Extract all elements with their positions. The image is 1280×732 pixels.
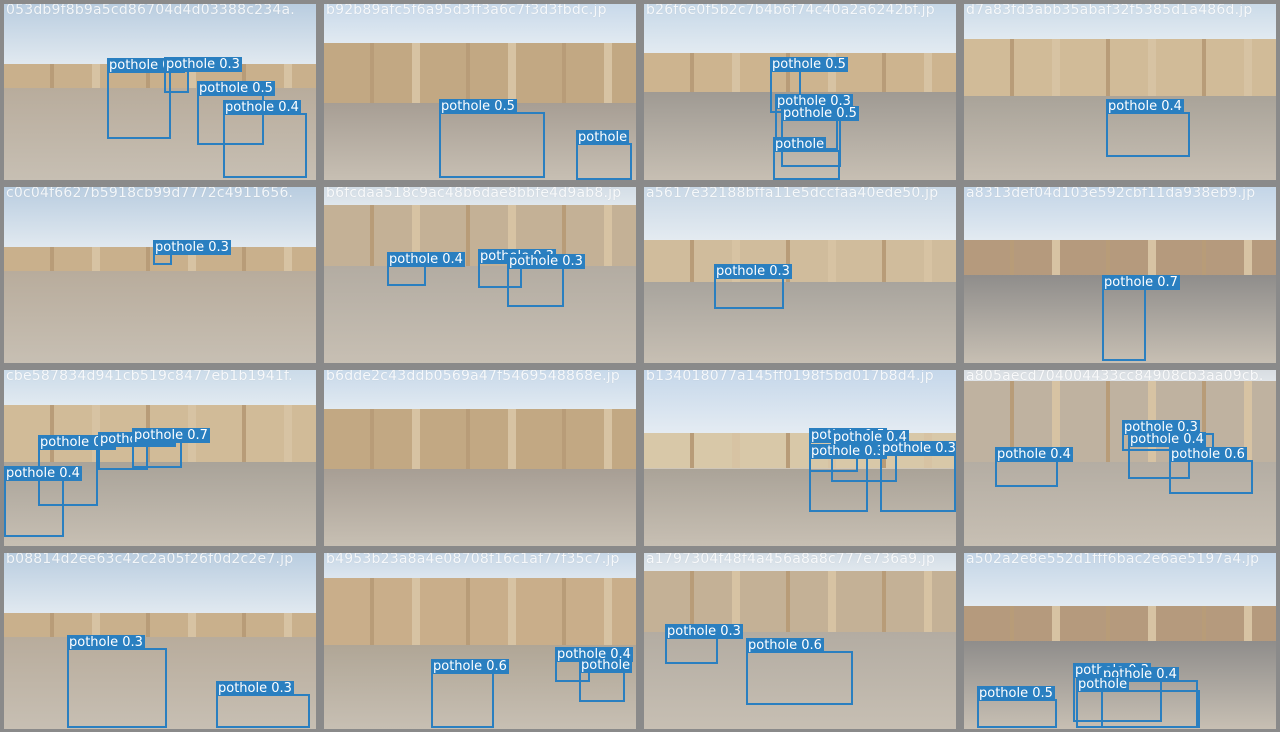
detection-label: pothole 0.5 [439, 99, 517, 114]
detection-label: pothole 0.3 [153, 240, 231, 255]
image-tile: pothole 0.4 d7a83fd3abb35abaf32f5385d1a48… [964, 4, 1276, 180]
detection-label: pothole 0.7 [132, 428, 210, 443]
image-tile: pothole 0.7 pothole 0.3 pothole 0.5 pothole… [4, 4, 316, 180]
pothole-detection-box: pothole [1076, 677, 1200, 728]
image-tile: pothole 0.5pothole 0.3pothole 0.4pothole… [964, 553, 1276, 729]
pothole-detection-box: pothole 0.3 [665, 624, 743, 664]
image-tile: pothole 0.5 pothole b92b89afc5f6a95d3ff3a6… [324, 4, 636, 180]
detection-label: pothole [1076, 677, 1130, 692]
tile-filename: b08814d2ee63c42c2a05f26f0d2c2e7.jp [6, 553, 294, 567]
image-tile: pothole 0.5pothole 0.4pothole 0.3pothole… [644, 370, 956, 546]
tile-filename: a502a2e8e552d1fff6bac2e6ae5197a4.jp [966, 553, 1260, 567]
pothole-detection-box: pothole 0.4 [995, 447, 1073, 487]
detection-label: pothole 0.4 [995, 447, 1073, 462]
image-tile: pothole 0.4pothole 0.3pothole 0.3b6fcdaa… [324, 187, 636, 363]
image-tile: b6dde2c43ddb0569a47f5469548868e.jp [324, 370, 636, 546]
pothole-detection-box: pothole 0.3 [164, 57, 242, 93]
image-tile: pothole 0.3 pothole 0.6 a1797304f48f4a456a… [644, 553, 956, 729]
image-tile: pothole 0.3 pothole 0.3 b08814d2ee63c42c2a… [4, 553, 316, 729]
detection-label: pothole 0.3 [880, 441, 956, 456]
detection-label: pothole 0.3 [216, 681, 294, 696]
road-surface [324, 468, 636, 546]
pothole-detection-box: pothole 0.4 [1106, 99, 1190, 157]
pothole-detection-box: pothole 0.3 [67, 635, 167, 728]
tile-filename: a1797304f48f4a456a8a8c777e736a9.jp [646, 553, 936, 567]
tile-filename: b92b89afc5f6a95d3ff3a6c7f3d3fbdc.jp [326, 4, 607, 18]
pothole-detection-box: pothole 0.3 [507, 254, 585, 307]
pothole-detection-box: pothole 0.5 [977, 686, 1057, 728]
tile-filename: a5617e32188bffa11e5dccfaa40ede50.jp [646, 187, 939, 201]
pothole-detection-box: pothole 0.4 [4, 466, 82, 537]
pothole-detection-box: pothole 0.3 [216, 681, 310, 728]
pothole-detection-box: pothole 0.3 [809, 444, 887, 512]
pothole-detection-box: pothole 0.3 [880, 441, 956, 512]
pothole-detection-box: pothole 0.3 [153, 240, 231, 265]
image-tile: pothole 0.3 a5617e32188bffa11e5dccfaa40ed… [644, 187, 956, 363]
pothole-detection-box: pothole [576, 130, 632, 180]
tile-filename: cbe587834d941cb519c8477eb1b1941f. [6, 370, 293, 384]
detection-mosaic: pothole 0.7 pothole 0.3 pothole 0.5 pothole… [0, 0, 1280, 732]
tile-filename: b4953b23a8a4e08708f16c1af77f35c7.jp [326, 553, 620, 567]
detection-label: pothole 0.3 [665, 624, 743, 639]
detection-label: pothole 0.5 [977, 686, 1055, 701]
detection-label: pothole [576, 130, 630, 145]
detection-label: pothole [773, 137, 827, 152]
detection-label: pothole 0.6 [431, 659, 509, 674]
tile-filename: b6dde2c43ddb0569a47f5469548868e.jp [326, 370, 620, 384]
pothole-detection-box: pothole 0.7 [132, 428, 210, 468]
image-tile: pothole 0.3 pothole 0.4 pothole 0.4 pothole… [964, 370, 1276, 546]
detection-label: pothole 0.5 [197, 81, 275, 96]
image-tile: pothole 0.3 c0c04f6627b5918cb99d7772c4911… [4, 187, 316, 363]
tile-filename: a8313def04d103e592cbf11da938eb9.jp [966, 187, 1256, 201]
tile-filename: 053db9f8b9a5cd86704d4d03388c234a. [6, 4, 295, 18]
road-surface [4, 271, 316, 363]
detection-label: pothole 0.5 [770, 57, 848, 72]
detection-label: pothole 0.3 [164, 57, 242, 72]
detection-label: pothole 0.3 [714, 264, 792, 279]
tile-filename: b26f6e0f5b2c7b4b6f74c40a2a6242bf.jp [646, 4, 935, 18]
detection-label: pothole [579, 658, 633, 673]
image-tile: pothole 0.5 pothole 0.3 pothole 0.5 pothole… [644, 4, 956, 180]
detection-label: pothole 0.4 [1128, 432, 1206, 447]
image-tile: pothole 0.7 a8313def04d103e592cbf11da938e… [964, 187, 1276, 363]
pothole-detection-box: pothole 0.6 [431, 659, 509, 728]
buildings [324, 577, 636, 655]
pothole-detection-box: pothole 0.6 [1169, 447, 1253, 494]
detection-label: pothole 0.4 [387, 252, 465, 267]
pothole-detection-box: pothole 0.3 [714, 264, 792, 309]
detection-label: pothole 0.7 [1102, 275, 1180, 290]
street-photo [4, 187, 316, 363]
pothole-detection-box: pothole 0.4 [387, 252, 465, 286]
tile-filename: a805aecd704004433cc84908cb3aa09cb. [966, 370, 1264, 384]
detection-label: pothole 0.6 [746, 638, 824, 653]
image-tile: pothole 0.6 pothole 0.4 pothole b4953b23a8a… [324, 553, 636, 729]
tile-filename: c0c04f6627b5918cb99d7772c4911656. [6, 187, 294, 201]
detection-label: pothole 0.3 [67, 635, 145, 650]
pothole-detection-box: pothole [579, 658, 633, 702]
detection-label: pothole 0.3 [507, 254, 585, 269]
pothole-detection-box: pothole 0.4 [223, 100, 307, 178]
pothole-detection-box: pothole 0.5 [439, 99, 545, 178]
detection-label: pothole 0.3 [809, 444, 887, 459]
detection-label: pothole 0.5 [781, 106, 859, 121]
pothole-detection-box: pothole 0.7 [1102, 275, 1180, 361]
road-surface [644, 282, 956, 363]
pothole-detection-box: pothole 0.6 [746, 638, 853, 705]
tile-filename: b6fcdaa518c9ac48b6dae8bbfe4d9ab8.jp [326, 187, 622, 201]
street-photo [324, 370, 636, 546]
detection-label: pothole 0.4 [223, 100, 301, 115]
tile-filename: b134018077a145ff0198f5bd017b8d4.jp [646, 370, 934, 384]
detection-label: pothole 0.4 [1106, 99, 1184, 114]
pothole-detection-box: pothole [773, 137, 840, 180]
street-photo [644, 187, 956, 363]
detection-label: pothole 0.4 [4, 466, 82, 481]
image-tile: pothole 0.3pothole 0.3pothole 0.7pothole… [4, 370, 316, 546]
detection-label: pothole 0.6 [1169, 447, 1247, 462]
tile-filename: d7a83fd3abb35abaf32f5385d1a486d.jp [966, 4, 1253, 18]
pothole-detection-box: pothole 0.7 [107, 58, 185, 139]
